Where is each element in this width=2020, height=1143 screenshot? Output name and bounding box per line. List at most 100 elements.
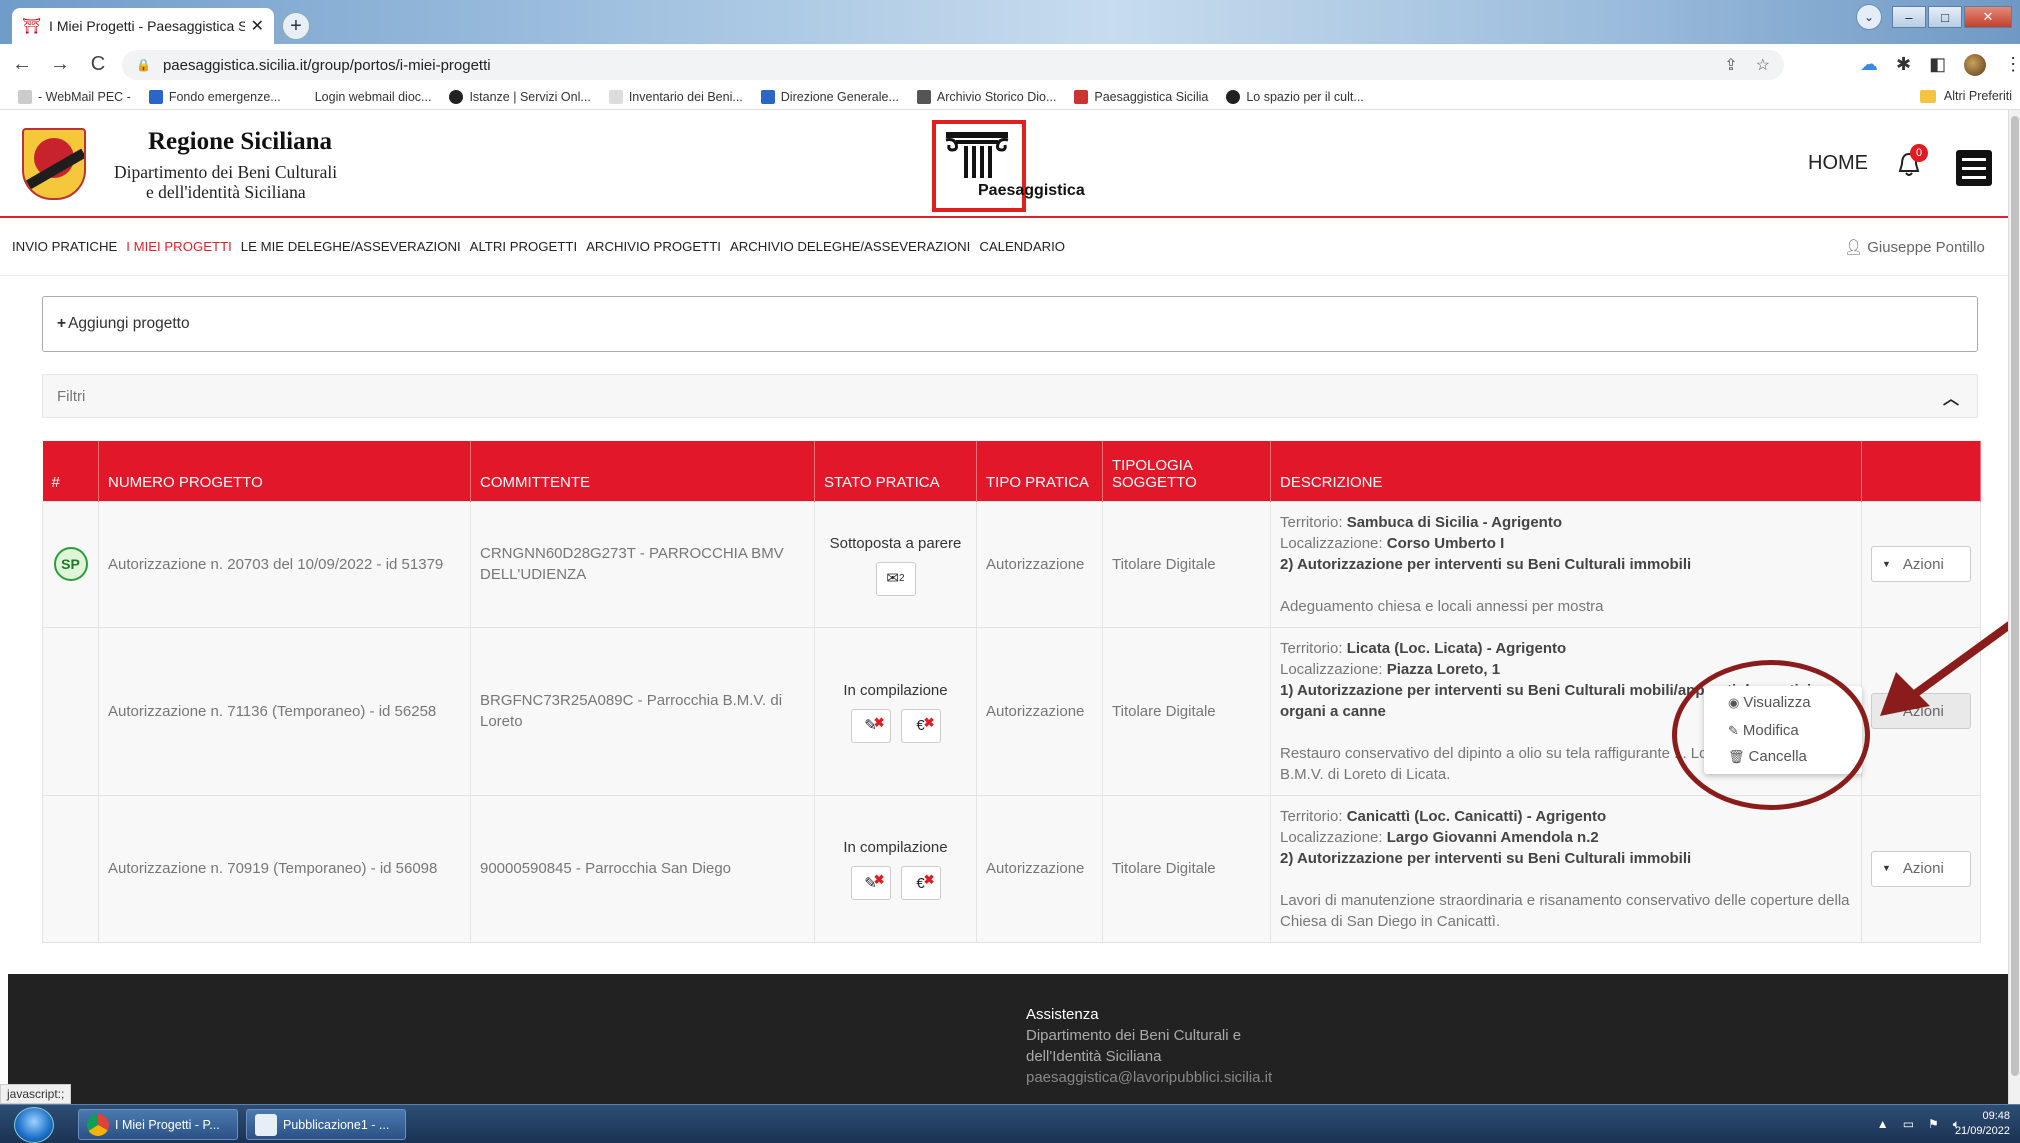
window-controls: ⌄ – □ ✕	[1856, 4, 2012, 30]
payment-delete-button[interactable]: € ✖	[900, 866, 941, 900]
bookmark-item[interactable]: Paesaggistica Sicilia	[1074, 89, 1208, 104]
azioni-button[interactable]: ▼ Azioni	[1871, 546, 1971, 582]
territorio-value: Canicattì (Loc. Canicatti) - Agrigento	[1346, 807, 1607, 825]
azioni-button[interactable]: ▼ Azioni	[1871, 850, 1971, 887]
bookmark-item[interactable]: Lo spazio per il cult...	[1226, 89, 1364, 104]
page-scrollbar[interactable]	[2008, 110, 2020, 1104]
cell-stato: In compilazione	[843, 681, 948, 699]
add-project-button[interactable]: + Aggiungi progetto	[42, 296, 1978, 352]
edit-delete-button[interactable]: ✎ ✖	[850, 866, 891, 900]
other-bookmarks[interactable]: Altri Preferiti	[1919, 89, 2012, 103]
column-icon	[945, 132, 1009, 178]
bookmark-item[interactable]: Inventario dei Beni...	[608, 89, 743, 104]
maximize-button[interactable]: □	[1928, 6, 1962, 28]
back-arrow-icon[interactable]: ←	[6, 53, 38, 76]
cell-tipo: Autorizzazione	[976, 794, 1103, 943]
territorio-value: Licata (Loc. Licata) - Agrigento	[1346, 639, 1567, 657]
address-bar[interactable]: 🔒 paesaggistica.sicilia.it/group/portos/…	[122, 50, 1784, 80]
nav-archivio-deleghe[interactable]: ARCHIVIO DELEGHE/ASSEVERAZIONI	[730, 239, 970, 254]
territorio-value: Sambuca di Sicilia - Agrigento	[1346, 513, 1563, 531]
cell-tipo: Autorizzazione	[976, 626, 1103, 796]
minimize-button[interactable]: –	[1892, 6, 1926, 28]
descrizione-value: Adeguamento chiesa e locali annessi per …	[1280, 597, 1604, 615]
browser-status-bar: javascript:;	[0, 1084, 72, 1104]
site-header: Regione Siciliana Dipartimento dei Beni …	[0, 110, 2008, 218]
url-text: paesaggistica.sicilia.it/group/portos/i-…	[162, 56, 491, 74]
cell-soggetto: Titolare Digitale	[1102, 626, 1271, 796]
regione-crest-logo[interactable]	[22, 128, 86, 200]
network-icon[interactable]: ▭	[1903, 1117, 1914, 1132]
cloud-extension-icon[interactable]: ☁	[1860, 54, 1878, 76]
browser-toolbar: ← → C 🔒 paesaggistica.sicilia.it/group/p…	[0, 44, 2020, 84]
intervento-value: 2) Autorizzazione per interventi su Beni…	[1280, 849, 1692, 867]
notification-badge: 0	[1910, 144, 1928, 162]
cell-committente: CRNGNN60D28G273T - PARROCCHIA BMV DELL'U…	[470, 500, 815, 628]
nav-altri-progetti[interactable]: ALTRI PROGETTI	[470, 239, 577, 254]
user-menu[interactable]: 👤︎ Giuseppe Pontillo	[1844, 238, 1985, 256]
chevron-up-icon[interactable]: ︿	[1943, 385, 1959, 409]
tab-search-icon[interactable]: ⌄	[1856, 4, 1882, 30]
star-icon[interactable]: ☆	[1756, 55, 1770, 75]
paesaggistica-logo[interactable]: Paesaggistica	[932, 120, 1085, 212]
tray-arrow-icon[interactable]: ▲	[1877, 1117, 1889, 1132]
cell-stato: In compilazione	[843, 839, 948, 856]
bookmark-item[interactable]: Istanze | Servizi Onl...	[449, 89, 591, 104]
bookmark-favicon-icon	[1074, 89, 1089, 104]
bookmark-item[interactable]: Direzione Generale...	[760, 89, 899, 104]
profile-avatar-icon[interactable]	[1964, 54, 1987, 76]
annotation-arrow-icon	[1880, 612, 2020, 716]
messages-button[interactable]: ✉ 2	[875, 561, 916, 596]
bookmark-item[interactable]: - WebMail PEC -	[18, 89, 131, 104]
filters-panel[interactable]: Filtri ︿	[42, 374, 1978, 418]
home-link[interactable]: HOME	[1808, 152, 1868, 175]
new-tab-button[interactable]: +	[282, 12, 310, 40]
department-line-1: Dipartimento dei Beni Culturali	[114, 162, 338, 182]
menu-kebab-icon[interactable]: ⋮	[2004, 54, 2020, 76]
close-window-button[interactable]: ✕	[1964, 6, 2012, 28]
bookmark-favicon-icon	[148, 89, 163, 104]
cell-soggetto: Titolare Digitale	[1102, 794, 1271, 943]
forward-arrow-icon[interactable]: →	[44, 53, 76, 76]
taskbar-item-chrome[interactable]: I Miei Progetti - P...	[78, 1109, 238, 1140]
flag-icon[interactable]: ⚑	[1928, 1117, 1939, 1132]
bookmark-item[interactable]: Archivio Storico Dio...	[916, 89, 1056, 104]
annotation-circle	[1672, 660, 1870, 810]
nav-archivio-progetti[interactable]: ARCHIVIO PROGETTI	[586, 239, 721, 254]
footer-email[interactable]: paesaggistica@lavoripubblici.sicilia.it	[1026, 1069, 1272, 1086]
edit-delete-button[interactable]: ✎ ✖	[850, 708, 891, 743]
bookmark-item[interactable]: Login webmail dioc...	[315, 90, 432, 104]
reload-icon[interactable]: C	[82, 53, 114, 76]
col-actions	[1861, 441, 1981, 501]
col-committente: COMMITTENTE	[470, 441, 815, 501]
intervento-value: 2) Autorizzazione per interventi su Beni…	[1280, 555, 1692, 573]
start-button[interactable]	[14, 1107, 54, 1143]
bookmark-item[interactable]: Fondo emergenze...	[148, 89, 281, 104]
nav-invio-pratiche[interactable]: INVIO PRATICHE	[12, 239, 117, 254]
system-clock[interactable]: 09:48 21/09/2022	[1955, 1109, 2010, 1139]
tab-title: I Miei Progetti - Paesaggistica Sic	[49, 18, 245, 34]
share-icon[interactable]: ⇪	[1724, 55, 1737, 75]
system-tray: ▲ ▭ ⚑ 🔈︎	[1877, 1117, 1960, 1132]
cell-numero: Autorizzazione n. 70919 (Temporaneo) - i…	[98, 794, 471, 943]
screen: ⛩ I Miei Progetti - Paesaggistica Sic ✕ …	[0, 0, 2020, 1143]
side-panel-icon[interactable]: ◧	[1929, 54, 1946, 76]
close-tab-icon[interactable]: ✕	[251, 16, 264, 36]
nav-calendario[interactable]: CALENDARIO	[979, 239, 1065, 254]
browser-tab[interactable]: ⛩ I Miei Progetti - Paesaggistica Sic ✕	[12, 8, 274, 44]
globe-icon	[1226, 89, 1241, 104]
nav-i-miei-progetti[interactable]: I MIEI PROGETTI	[126, 239, 232, 254]
footer-line-1: Dipartimento dei Beni Culturali e	[1026, 1027, 1242, 1044]
caret-down-icon: ▼	[1882, 558, 1891, 569]
bookmark-favicon-icon	[18, 89, 32, 104]
nav-le-mie-deleghe[interactable]: LE MIE DELEGHE/ASSEVERAZIONI	[241, 239, 461, 254]
hamburger-menu-icon[interactable]	[1956, 150, 1992, 186]
filters-label: Filtri	[57, 387, 86, 405]
caret-down-icon: ▼	[1882, 863, 1891, 873]
payment-delete-button[interactable]: € ✖	[900, 708, 941, 743]
site-footer: Assistenza Dipartimento dei Beni Cultura…	[8, 974, 2012, 1104]
localizzazione-value: Largo Giovanni Amendola n.2	[1386, 828, 1599, 846]
taskbar-item-publisher[interactable]: Pubblicazione1 - ...	[246, 1109, 406, 1140]
puzzle-extension-icon[interactable]: ✱	[1896, 54, 1911, 76]
col-descrizione: DESCRIZIONE	[1270, 441, 1862, 501]
cell-descrizione: Territorio: Sambuca di Sicilia - Agrigen…	[1270, 500, 1862, 628]
